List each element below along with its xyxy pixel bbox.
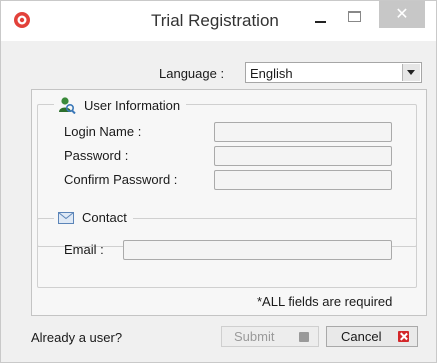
submit-label: Submit xyxy=(234,329,275,344)
contact-group: Contact Email : xyxy=(37,210,417,288)
user-search-icon xyxy=(59,97,76,114)
language-select[interactable]: English xyxy=(245,62,422,83)
password-label: Password : xyxy=(64,148,129,163)
cancel-label: Cancel xyxy=(341,329,382,344)
submit-icon xyxy=(299,332,309,342)
window-title: Trial Registration xyxy=(151,11,279,30)
cancel-icon xyxy=(398,331,409,342)
cancel-button[interactable]: Cancel xyxy=(326,326,418,347)
minimize-button[interactable] xyxy=(309,10,333,32)
form-panel: User Information Login Name : Password :… xyxy=(31,89,427,316)
login-name-label: Login Name : xyxy=(64,124,142,139)
confirm-password-input[interactable] xyxy=(214,170,392,190)
contact-legend: Contact xyxy=(54,210,133,225)
login-name-input[interactable] xyxy=(214,122,392,142)
dialog-body: Language : English User Information Logi… xyxy=(1,41,436,362)
email-label: Email : xyxy=(64,242,104,257)
maximize-button[interactable] xyxy=(342,8,366,30)
close-icon: ✕ xyxy=(395,6,409,23)
user-information-title: User Information xyxy=(84,97,181,113)
contact-title: Contact xyxy=(82,210,127,225)
registration-dialog: Trial Registration ✕ Language : English xyxy=(0,0,437,363)
email-input[interactable] xyxy=(123,240,392,260)
language-selected-value: English xyxy=(250,66,293,81)
chevron-down-icon[interactable] xyxy=(402,64,420,81)
required-fields-note: *ALL fields are required xyxy=(257,294,393,309)
title-bar[interactable]: Trial Registration ✕ xyxy=(1,1,436,41)
password-input[interactable] xyxy=(214,146,392,166)
already-user-text[interactable]: Already a user? xyxy=(31,330,122,345)
submit-button[interactable]: Submit xyxy=(221,326,319,347)
language-label: Language : xyxy=(159,66,225,81)
user-information-legend: User Information xyxy=(54,96,187,114)
close-button[interactable]: ✕ xyxy=(379,1,425,28)
envelope-icon xyxy=(58,211,74,224)
app-logo-icon xyxy=(14,12,30,28)
confirm-password-label: Confirm Password : xyxy=(64,172,178,187)
